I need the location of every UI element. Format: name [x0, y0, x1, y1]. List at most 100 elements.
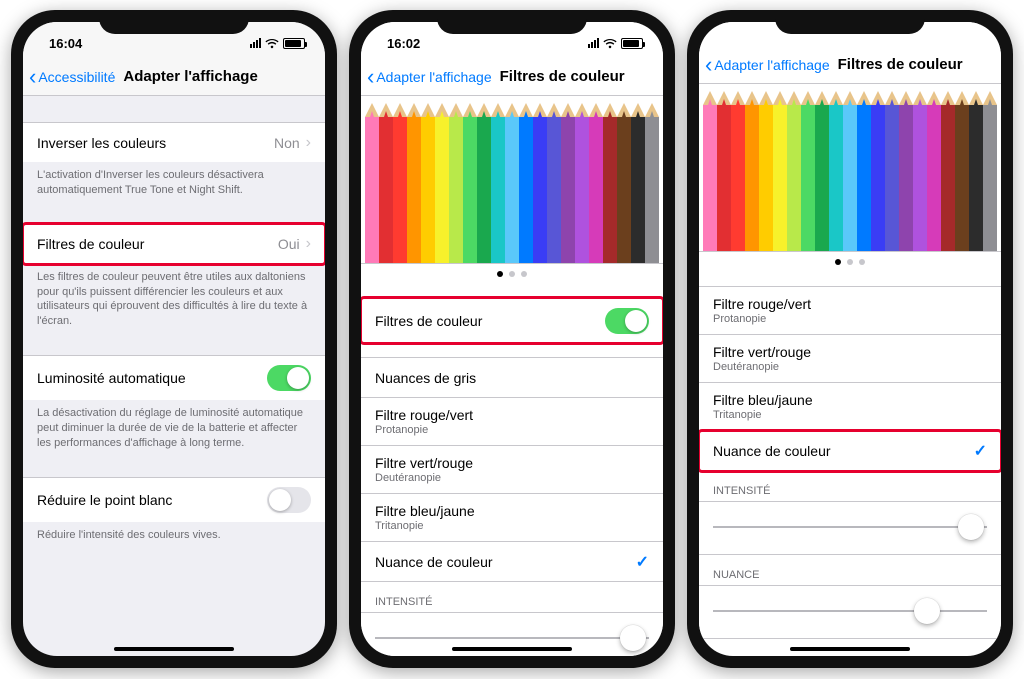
pencil-icon: [955, 91, 969, 251]
filter-option-row[interactable]: Filtre rouge/vertProtanopie: [361, 398, 663, 446]
back-chevron-icon[interactable]: ‹: [367, 66, 374, 88]
switch-reduce-white-point[interactable]: [267, 487, 311, 513]
slider-intensity[interactable]: [699, 501, 1001, 555]
switch-color-filters[interactable]: [605, 308, 649, 334]
back-button[interactable]: Accessibilité: [38, 69, 115, 85]
footer-text: Réduire l'intensité des couleurs vives.: [23, 522, 325, 543]
notch: [99, 10, 249, 34]
row-label: Luminosité automatique: [37, 370, 186, 386]
filter-options-group: Nuances de gris Filtre rouge/vertProtanop…: [361, 357, 663, 582]
nav-title: Filtres de couleur: [500, 68, 625, 85]
pencil-icon: [631, 103, 645, 263]
filter-option-row[interactable]: Nuance de couleur✓: [699, 431, 1001, 471]
section-header-intensity: INTENSITÉ: [699, 471, 1001, 501]
home-indicator[interactable]: [790, 647, 910, 651]
cellular-icon: [588, 38, 599, 48]
pencil-icon: [421, 103, 435, 263]
page-dots[interactable]: [699, 252, 1001, 272]
row-value: Oui: [278, 236, 300, 252]
row-label: Nuances de gris: [375, 370, 476, 386]
pencil-icon: [717, 91, 731, 251]
chevron-right-icon: ›: [306, 134, 311, 152]
checkmark-icon: ✓: [636, 552, 649, 572]
filter-option-row[interactable]: Filtre bleu/jauneTritanopie: [699, 383, 1001, 431]
pencil-icon: [759, 91, 773, 251]
pencil-icon: [745, 91, 759, 251]
row-label: Filtre vert/rouge: [375, 455, 473, 471]
row-invert-colors[interactable]: Inverser les couleurs Non ›: [23, 122, 325, 162]
row-reduce-white-point[interactable]: Réduire le point blanc: [23, 477, 325, 522]
row-value: Non: [274, 135, 300, 151]
row-color-filter-toggle[interactable]: Filtres de couleur: [361, 298, 663, 343]
filter-option-row[interactable]: Nuance de couleur ✓: [361, 542, 663, 582]
back-chevron-icon[interactable]: ‹: [705, 54, 712, 76]
footer-text: Les filtres de couleur peuvent être util…: [23, 264, 325, 329]
pencil-icon: [533, 103, 547, 263]
row-sublabel: Deutéranopie: [713, 361, 811, 373]
battery-icon: [283, 38, 305, 49]
pencils-preview: [699, 84, 1001, 252]
filter-option-row[interactable]: Filtre rouge/vertProtanopie: [699, 287, 1001, 335]
back-button[interactable]: Adapter l'affichage: [376, 69, 491, 85]
pencil-icon: [561, 103, 575, 263]
status-time: 16:02: [387, 36, 420, 51]
slider-tint[interactable]: [699, 585, 1001, 639]
switch-auto-brightness[interactable]: [267, 365, 311, 391]
section-header-intensity: INTENSITÉ: [361, 582, 663, 612]
row-label: Filtre vert/rouge: [713, 344, 811, 360]
row-sublabel: Protanopie: [375, 424, 473, 436]
pencil-icon: [393, 103, 407, 263]
status-time: 16:04: [49, 36, 82, 51]
pencil-icon: [857, 91, 871, 251]
row-sublabel: Deutéranopie: [375, 472, 473, 484]
battery-icon: [621, 38, 643, 49]
row-label: Réduire le point blanc: [37, 492, 172, 508]
pencil-icon: [871, 91, 885, 251]
wifi-icon: [265, 38, 279, 49]
filter-option-row[interactable]: Filtre vert/rougeDeutéranopie: [699, 335, 1001, 383]
row-label: Inverser les couleurs: [37, 135, 166, 151]
home-indicator[interactable]: [452, 647, 572, 651]
row-sublabel: Tritanopie: [375, 520, 475, 532]
pencil-icon: [885, 91, 899, 251]
row-label: Filtre rouge/vert: [713, 296, 811, 312]
notch: [437, 10, 587, 34]
row-label: Filtre rouge/vert: [375, 407, 473, 423]
phone-frame-1: 16:04 ‹ Accessibilité Adapter l'affichag…: [11, 10, 337, 668]
pencil-icon: [547, 103, 561, 263]
filter-options-group: Filtre rouge/vertProtanopieFiltre vert/r…: [699, 286, 1001, 471]
phone-frame-3: ‹ Adapter l'affichage Filtres de couleur…: [687, 10, 1013, 668]
section-header-tint: NUANCE: [699, 555, 1001, 585]
pencil-icon: [731, 91, 745, 251]
page-dots[interactable]: [361, 264, 663, 284]
pencil-icon: [379, 103, 393, 263]
row-label: Nuance de couleur: [375, 554, 493, 570]
chevron-right-icon: ›: [306, 235, 311, 253]
row-color-filters[interactable]: Filtres de couleur Oui ›: [23, 224, 325, 264]
pencil-icon: [899, 91, 913, 251]
pencil-icon: [463, 103, 477, 263]
filter-option-row[interactable]: Filtre bleu/jauneTritanopie: [361, 494, 663, 542]
pencil-icon: [449, 103, 463, 263]
pencil-icon: [843, 91, 857, 251]
pencil-icon: [491, 103, 505, 263]
footer-text: La désactivation du réglage de luminosit…: [23, 400, 325, 451]
home-indicator[interactable]: [114, 647, 234, 651]
pencil-icon: [435, 103, 449, 263]
back-button[interactable]: Adapter l'affichage: [714, 57, 829, 73]
pencil-icon: [589, 103, 603, 263]
row-auto-brightness[interactable]: Luminosité automatique: [23, 355, 325, 400]
filter-option-row[interactable]: Filtre vert/rougeDeutéranopie: [361, 446, 663, 494]
filter-option-row[interactable]: Nuances de gris: [361, 358, 663, 398]
checkmark-icon: ✓: [974, 441, 987, 461]
pencil-icon: [829, 91, 843, 251]
pencil-icon: [801, 91, 815, 251]
back-chevron-icon[interactable]: ‹: [29, 66, 36, 88]
nav-title: Adapter l'affichage: [123, 68, 257, 85]
pencil-icon: [983, 91, 997, 251]
row-sublabel: Tritanopie: [713, 409, 813, 421]
pencil-icon: [505, 103, 519, 263]
pencil-icon: [617, 103, 631, 263]
pencil-icon: [575, 103, 589, 263]
nav-title: Filtres de couleur: [838, 56, 963, 73]
